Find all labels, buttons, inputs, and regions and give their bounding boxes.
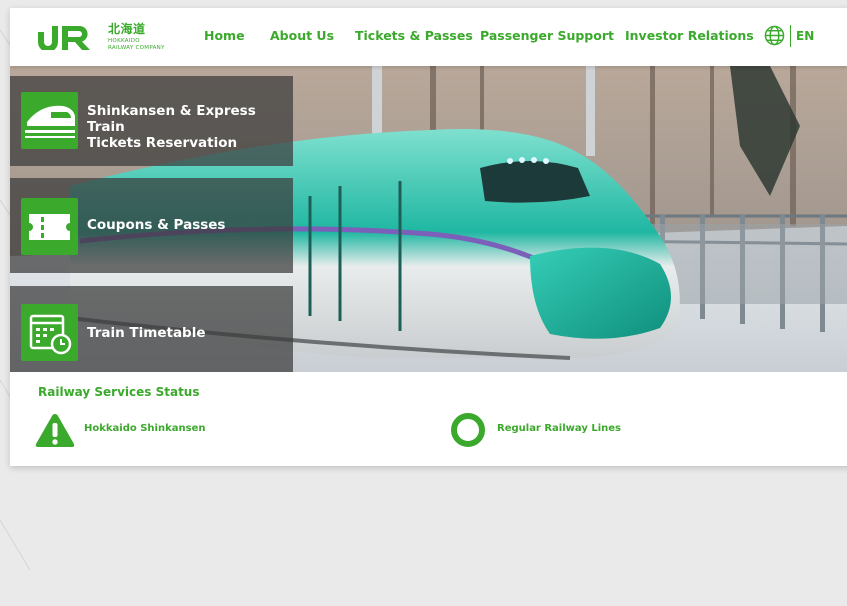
nav-home[interactable]: Home	[204, 28, 245, 43]
hero-banner: Shinkansen & Express Train Tickets Reser…	[10, 66, 847, 372]
nav-tickets-passes[interactable]: Tickets & Passes	[355, 28, 473, 43]
nav-investor-relations[interactable]: Investor Relations	[625, 28, 754, 43]
shinkansen-train-icon	[21, 92, 78, 149]
status-regular-railway-lines[interactable]: Regular Railway Lines	[450, 412, 650, 448]
jr-logo-icon	[38, 26, 90, 50]
nav-about-us[interactable]: About Us	[270, 28, 334, 43]
status-label-regular-lines: Regular Railway Lines	[497, 423, 621, 434]
logo-subtitle: HOKKAIDO RAILWAY COMPANY	[108, 38, 165, 51]
nav-passenger-support[interactable]: Passenger Support	[480, 28, 614, 43]
menu-label-coupons: Coupons & Passes	[87, 217, 226, 233]
jr-hokkaido-logo[interactable]: 北海道 HOKKAIDO RAILWAY COMPANY	[36, 20, 186, 56]
calendar-clock-icon	[21, 304, 78, 361]
menu-coupons-passes[interactable]: Coupons & Passes	[10, 178, 293, 273]
menu-label-shinkansen: Shinkansen & Express Train Tickets Reser…	[87, 103, 256, 151]
ticket-icon	[21, 198, 78, 255]
status-label-hokkaido-shinkansen: Hokkaido Shinkansen	[84, 423, 206, 434]
site-header: 北海道 HOKKAIDO RAILWAY COMPANY Home About …	[10, 8, 847, 66]
language-divider	[790, 25, 791, 47]
logo-kanji: 北海道	[108, 22, 146, 36]
menu-label-timetable: Train Timetable	[87, 325, 206, 341]
warning-icon	[35, 414, 75, 447]
circle-normal-icon	[451, 413, 485, 447]
menu-train-timetable[interactable]: Train Timetable	[10, 286, 293, 372]
language-selector[interactable]: EN	[796, 29, 814, 43]
railway-status-title: Railway Services Status	[38, 385, 200, 399]
globe-icon[interactable]	[764, 25, 785, 46]
menu-shinkansen-reservation[interactable]: Shinkansen & Express Train Tickets Reser…	[10, 76, 293, 166]
status-hokkaido-shinkansen[interactable]: Hokkaido Shinkansen	[34, 412, 234, 448]
main-card: 北海道 HOKKAIDO RAILWAY COMPANY Home About …	[10, 8, 847, 466]
